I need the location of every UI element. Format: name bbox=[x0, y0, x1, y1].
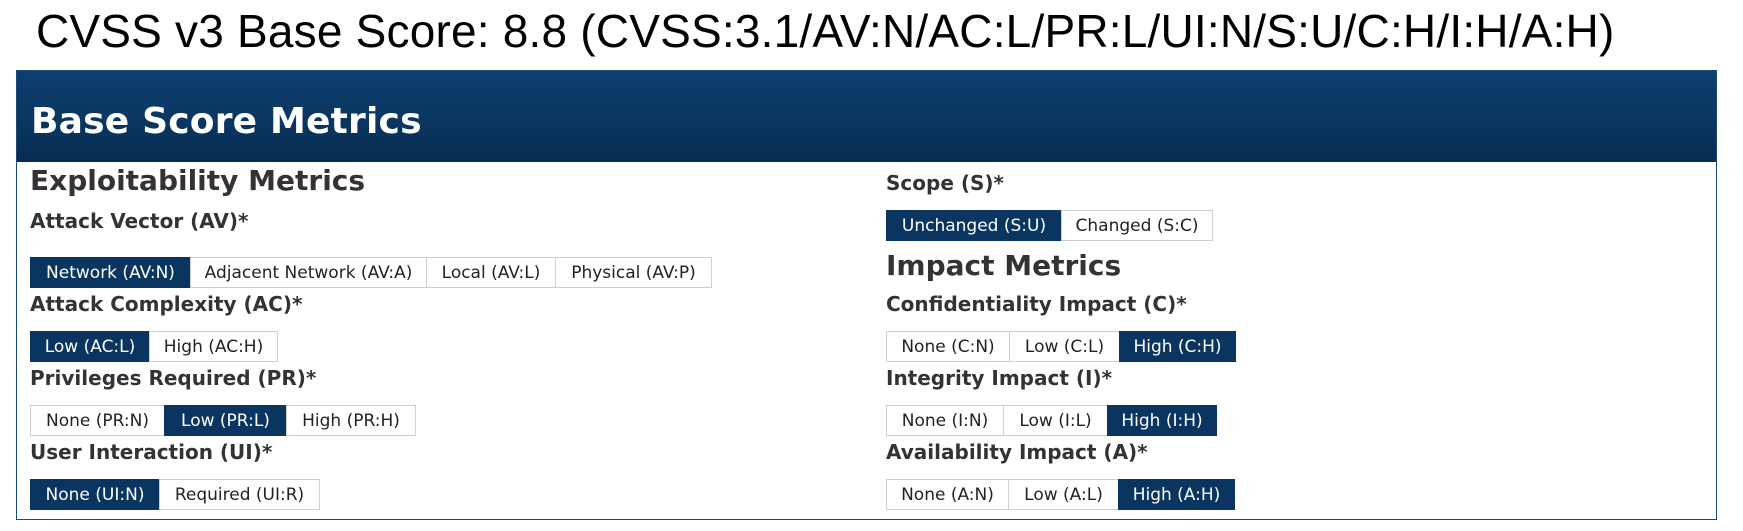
integrity-option-high[interactable]: High (I:H) bbox=[1107, 405, 1217, 436]
page-title: CVSS v3 Base Score: 8.8 (CVSS:3.1/AV:N/A… bbox=[36, 5, 1615, 57]
user-interaction-label: User Interaction (UI)* bbox=[30, 440, 273, 464]
availability-impact-label: Availability Impact (A)* bbox=[886, 440, 1148, 464]
panel-title: Base Score Metrics bbox=[31, 101, 422, 142]
privileges-required-options: None (PR:N) Low (PR:L) High (PR:H) bbox=[30, 405, 416, 436]
attack-complexity-label: Attack Complexity (AC)* bbox=[30, 292, 303, 316]
user-interaction-option-required[interactable]: Required (UI:R) bbox=[159, 479, 320, 510]
integrity-impact-label: Integrity Impact (I)* bbox=[886, 366, 1113, 390]
attack-vector-options: Network (AV:N) Adjacent Network (AV:A) L… bbox=[30, 257, 712, 288]
user-interaction-option-none[interactable]: None (UI:N) bbox=[30, 479, 160, 510]
privileges-required-option-low[interactable]: Low (PR:L) bbox=[164, 405, 287, 436]
confidentiality-option-high[interactable]: High (C:H) bbox=[1119, 331, 1236, 362]
privileges-required-label: Privileges Required (PR)* bbox=[30, 366, 317, 390]
attack-vector-option-network[interactable]: Network (AV:N) bbox=[30, 257, 191, 288]
integrity-impact-options: None (I:N) Low (I:L) High (I:H) bbox=[886, 405, 1217, 436]
panel-header: Base Score Metrics bbox=[17, 71, 1716, 162]
availability-option-low[interactable]: Low (A:L) bbox=[1008, 479, 1119, 510]
scope-option-changed[interactable]: Changed (S:C) bbox=[1061, 210, 1213, 241]
scope-label: Scope (S)* bbox=[886, 171, 1004, 195]
attack-vector-option-physical[interactable]: Physical (AV:P) bbox=[555, 257, 712, 288]
attack-vector-label: Attack Vector (AV)* bbox=[30, 209, 249, 233]
confidentiality-impact-options: None (C:N) Low (C:L) High (C:H) bbox=[886, 331, 1236, 362]
privileges-required-option-high[interactable]: High (PR:H) bbox=[286, 405, 416, 436]
attack-complexity-option-high[interactable]: High (AC:H) bbox=[149, 331, 278, 362]
confidentiality-impact-label: Confidentiality Impact (C)* bbox=[886, 292, 1187, 316]
user-interaction-options: None (UI:N) Required (UI:R) bbox=[30, 479, 320, 510]
attack-vector-option-adjacent-network[interactable]: Adjacent Network (AV:A) bbox=[190, 257, 427, 288]
availability-impact-options: None (A:N) Low (A:L) High (A:H) bbox=[886, 479, 1235, 510]
integrity-option-none[interactable]: None (I:N) bbox=[886, 405, 1004, 436]
privileges-required-option-none[interactable]: None (PR:N) bbox=[30, 405, 165, 436]
scope-option-unchanged[interactable]: Unchanged (S:U) bbox=[886, 210, 1062, 241]
base-score-metrics-panel: Base Score Metrics Exploitability Metric… bbox=[16, 70, 1717, 520]
impact-metrics-title: Impact Metrics bbox=[886, 249, 1122, 282]
exploitability-metrics-title: Exploitability Metrics bbox=[30, 164, 366, 197]
scope-options: Unchanged (S:U) Changed (S:C) bbox=[886, 210, 1213, 241]
attack-complexity-option-low[interactable]: Low (AC:L) bbox=[30, 331, 150, 362]
availability-option-high[interactable]: High (A:H) bbox=[1118, 479, 1235, 510]
attack-complexity-options: Low (AC:L) High (AC:H) bbox=[30, 331, 278, 362]
attack-vector-option-local[interactable]: Local (AV:L) bbox=[426, 257, 556, 288]
integrity-option-low[interactable]: Low (I:L) bbox=[1003, 405, 1108, 436]
confidentiality-option-none[interactable]: None (C:N) bbox=[886, 331, 1010, 362]
confidentiality-option-low[interactable]: Low (C:L) bbox=[1009, 331, 1120, 362]
availability-option-none[interactable]: None (A:N) bbox=[886, 479, 1009, 510]
